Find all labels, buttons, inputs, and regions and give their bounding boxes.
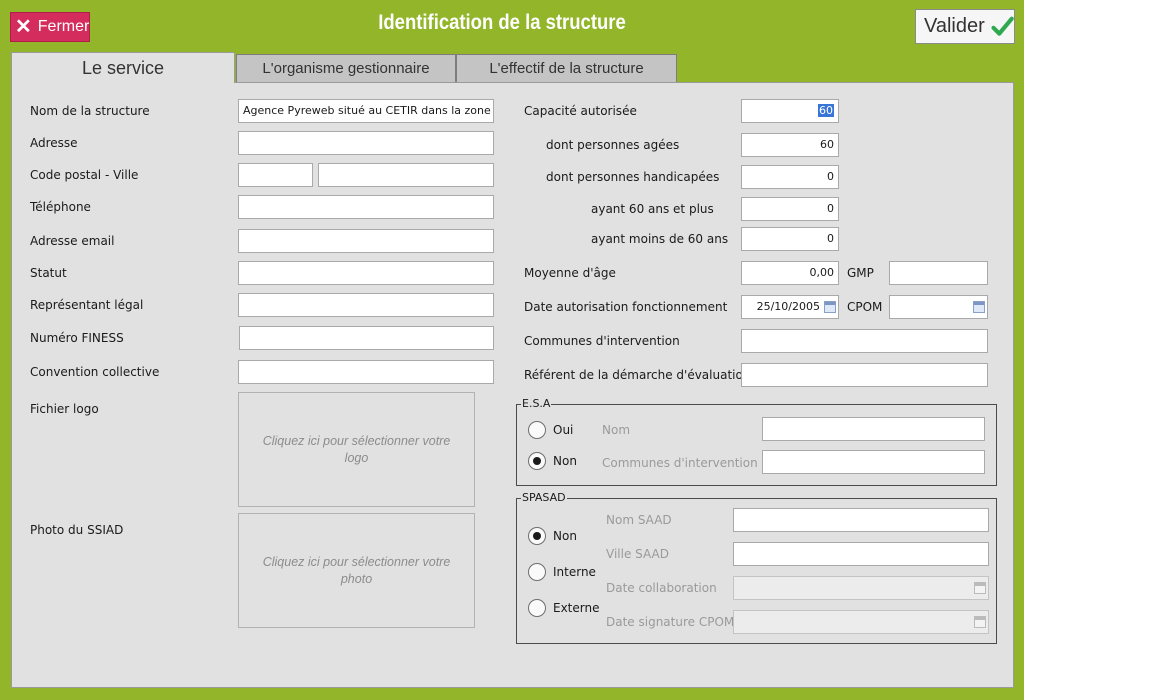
date-autorisation-value: 25/10/2005: [756, 300, 820, 313]
telephone-input[interactable]: [238, 195, 494, 219]
date-autorisation-input[interactable]: 25/10/2005: [741, 295, 839, 319]
spasad-non-label: Non: [553, 529, 577, 543]
spasad-title: SPASAD: [521, 491, 567, 504]
spasad-interne-label: Interne: [553, 565, 596, 579]
agees-input[interactable]: 60: [741, 133, 839, 157]
adresse-input[interactable]: [238, 131, 494, 155]
plus60-label: ayant 60 ans et plus: [591, 202, 714, 216]
moyenne-age-label: Moyenne d'âge: [524, 266, 616, 280]
convention-label: Convention collective: [30, 365, 160, 379]
tab-effectif-structure[interactable]: L'effectif de la structure: [456, 54, 677, 82]
handicapees-input[interactable]: 0: [741, 165, 839, 189]
spasad-group: SPASAD Non Interne Externe Nom SAAD Vill…: [516, 492, 997, 644]
esa-non-label: Non: [553, 454, 577, 468]
radio-circle: [528, 421, 546, 439]
ville-input[interactable]: [318, 163, 494, 187]
spasad-externe-label: Externe: [553, 601, 600, 615]
convention-input[interactable]: [238, 360, 494, 384]
nom-structure-label: Nom de la structure: [30, 104, 150, 118]
code-postal-ville-label: Code postal - Ville: [30, 168, 139, 182]
service-panel: Nom de la structure Agence Pyreweb situé…: [11, 82, 1014, 688]
radio-circle: [528, 599, 546, 617]
tab-organisme-gestionnaire[interactable]: L'organisme gestionnaire: [236, 54, 456, 82]
validate-button[interactable]: Valider: [915, 9, 1015, 44]
nom-structure-input[interactable]: Agence Pyreweb situé au CETIR dans la zo…: [238, 99, 494, 123]
spasad-externe-radio[interactable]: Externe: [528, 599, 599, 617]
calendar-icon[interactable]: [824, 301, 836, 313]
capacite-value: 60: [818, 104, 834, 117]
referent-label: Référent de la démarche d'évaluation: [524, 368, 751, 382]
adresse-label: Adresse: [30, 136, 78, 150]
calendar-icon[interactable]: [974, 582, 986, 594]
referent-input[interactable]: [741, 363, 988, 387]
agees-label: dont personnes agées: [546, 138, 680, 152]
radio-circle: [528, 527, 546, 545]
gmp-input[interactable]: [889, 261, 988, 285]
cpom-label: CPOM: [847, 300, 883, 314]
validate-label: Valider: [924, 15, 985, 37]
ville-saad-label: Ville SAAD: [606, 547, 669, 561]
ville-saad-input[interactable]: [733, 542, 989, 566]
radio-circle: [528, 563, 546, 581]
date-signature-cpom-label: Date signature CPOM: [606, 615, 735, 629]
esa-oui-label: Oui: [553, 423, 574, 437]
photo-dropzone[interactable]: Cliquez ici pour sélectionner votre phot…: [238, 513, 475, 628]
representant-input[interactable]: [238, 293, 494, 317]
nom-saad-input[interactable]: [733, 508, 989, 532]
representant-label: Représentant légal: [30, 298, 144, 312]
logo-dropzone[interactable]: Cliquez ici pour sélectionner votre logo: [238, 392, 475, 507]
app-window: ✕ Fermer Identification de la structure …: [0, 0, 1024, 700]
telephone-label: Téléphone: [30, 200, 91, 214]
plus60-input[interactable]: 0: [741, 197, 839, 221]
spasad-interne-radio[interactable]: Interne: [528, 563, 596, 581]
tab-le-service[interactable]: Le service: [11, 52, 235, 83]
date-autorisation-label: Date autorisation fonctionnement: [524, 300, 728, 314]
date-signature-cpom-input[interactable]: [733, 610, 989, 634]
code-postal-input[interactable]: [238, 163, 313, 187]
checkmark-icon: [991, 16, 1014, 36]
logo-label: Fichier logo: [30, 402, 99, 416]
moyenne-age-input[interactable]: 0,00: [741, 261, 839, 285]
moins60-input[interactable]: 0: [741, 227, 839, 251]
close-icon: ✕: [15, 16, 32, 38]
esa-title: E.S.A: [521, 397, 552, 410]
gmp-label: GMP: [847, 266, 874, 280]
esa-nom-input[interactable]: [762, 417, 985, 441]
esa-group: E.S.A Oui Non Nom Communes d'interventio…: [516, 398, 997, 486]
communes-input[interactable]: [741, 329, 988, 353]
date-collaboration-input[interactable]: [733, 576, 989, 600]
esa-communes-input[interactable]: [762, 450, 985, 474]
handicapees-label: dont personnes handicapées: [546, 170, 720, 184]
cpom-input[interactable]: [889, 295, 988, 319]
capacite-label: Capacité autorisée: [524, 104, 637, 118]
email-input[interactable]: [238, 229, 494, 253]
spasad-non-radio[interactable]: Non: [528, 527, 577, 545]
esa-non-radio[interactable]: Non: [528, 452, 577, 470]
email-label: Adresse email: [30, 234, 115, 248]
date-collaboration-label: Date collaboration: [606, 581, 717, 595]
statut-label: Statut: [30, 266, 67, 280]
capacite-input[interactable]: 60: [741, 99, 839, 123]
esa-nom-label: Nom: [602, 423, 631, 437]
photo-label: Photo du SSIAD: [30, 523, 124, 537]
statut-input[interactable]: [238, 261, 494, 285]
calendar-icon[interactable]: [974, 616, 986, 628]
esa-communes-label: Communes d'intervention: [602, 456, 758, 470]
finess-input[interactable]: [239, 326, 494, 350]
moins60-label: ayant moins de 60 ans: [591, 232, 729, 246]
calendar-icon[interactable]: [973, 301, 985, 313]
radio-circle: [528, 452, 546, 470]
finess-label: Numéro FINESS: [30, 331, 124, 345]
nom-saad-label: Nom SAAD: [606, 513, 672, 527]
communes-label: Communes d'intervention: [524, 334, 680, 348]
esa-oui-radio[interactable]: Oui: [528, 421, 573, 439]
page-title: Identification de la structure: [378, 11, 626, 34]
